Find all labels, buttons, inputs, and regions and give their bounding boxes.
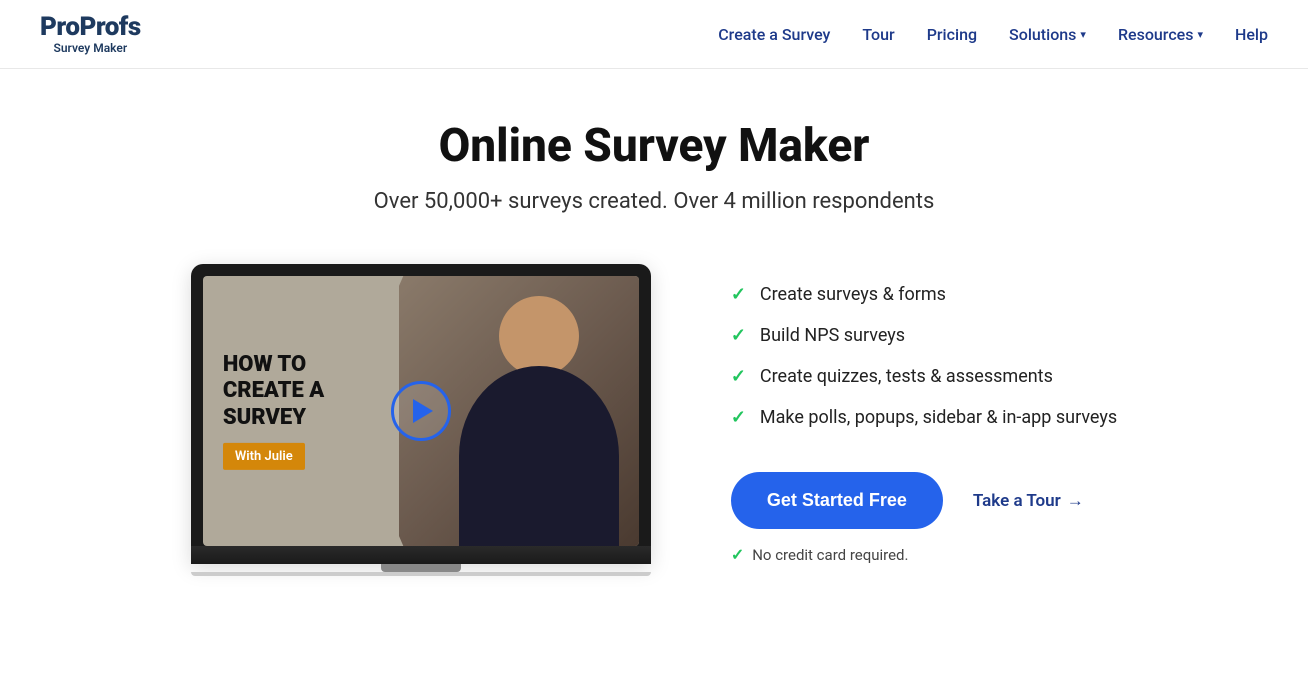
nav-tour[interactable]: Tour [862,25,894,44]
nav-resources[interactable]: Resources ▾ [1118,25,1203,44]
logo-profs-span: Profs [79,12,140,42]
logo-subtitle: Survey Maker [40,42,141,54]
no-credit-row: ✓ No credit card required. [731,545,1117,564]
person-body [459,366,619,546]
check-icon-2: ✓ [731,325,746,346]
tour-arrow-icon: → [1067,491,1084,511]
resources-chevron-icon: ▾ [1197,28,1203,41]
no-credit-text: No credit card required. [752,546,908,564]
solutions-chevron-icon: ▾ [1080,28,1086,41]
laptop-screen: HOW TO CREATE A SURVEY With Julie [203,276,639,546]
hero-content: HOW TO CREATE A SURVEY With Julie [0,264,1308,576]
hero-subtitle: Over 50,000+ surveys created. Over 4 mil… [374,189,935,214]
nav-pricing[interactable]: Pricing [927,25,977,44]
nav-help[interactable]: Help [1235,25,1268,44]
laptop-base [191,546,651,564]
feature-item-1: ✓ Create surveys & forms [731,284,1117,305]
feature-item-2: ✓ Build NPS surveys [731,325,1117,346]
play-triangle-icon [413,399,433,423]
nav-solutions[interactable]: Solutions ▾ [1009,25,1086,44]
laptop-foot [191,572,651,576]
logo-pro-span: Pro [40,12,79,42]
features-side: ✓ Create surveys & forms ✓ Build NPS sur… [731,264,1117,564]
hero-section: Online Survey Maker Over 50,000+ surveys… [0,69,1308,576]
feature-text-1: Create surveys & forms [760,284,946,305]
feature-text-2: Build NPS surveys [760,325,905,346]
video-section: HOW TO CREATE A SURVEY With Julie [191,264,651,576]
nav-create-survey[interactable]: Create a Survey [718,25,830,44]
feature-text-4: Make polls, popups, sidebar & in-app sur… [760,407,1117,428]
logo-text: ProProfs [40,14,141,40]
check-icon-3: ✓ [731,366,746,387]
play-button[interactable] [391,381,451,441]
feature-item-3: ✓ Create quizzes, tests & assessments [731,366,1117,387]
person-face [499,296,579,376]
feature-text-3: Create quizzes, tests & assessments [760,366,1053,387]
feature-item-4: ✓ Make polls, popups, sidebar & in-app s… [731,407,1117,428]
get-started-button[interactable]: Get Started Free [731,472,943,529]
site-header: ProProfs Survey Maker Create a Survey To… [0,0,1308,69]
no-credit-check-icon: ✓ [731,545,744,564]
check-icon-1: ✓ [731,284,746,305]
video-badge: With Julie [223,443,305,470]
video-title: HOW TO CREATE A SURVEY [223,352,324,431]
logo[interactable]: ProProfs Survey Maker [40,14,141,54]
check-icon-4: ✓ [731,407,746,428]
hero-title: Online Survey Maker [439,119,870,173]
video-text-overlay: HOW TO CREATE A SURVEY With Julie [223,352,324,470]
take-a-tour-link[interactable]: Take a Tour → [973,491,1084,511]
laptop-frame: HOW TO CREATE A SURVEY With Julie [191,264,651,564]
cta-row: Get Started Free Take a Tour → [731,472,1117,529]
laptop-stand [381,564,461,572]
main-nav: Create a Survey Tour Pricing Solutions ▾… [718,25,1268,44]
